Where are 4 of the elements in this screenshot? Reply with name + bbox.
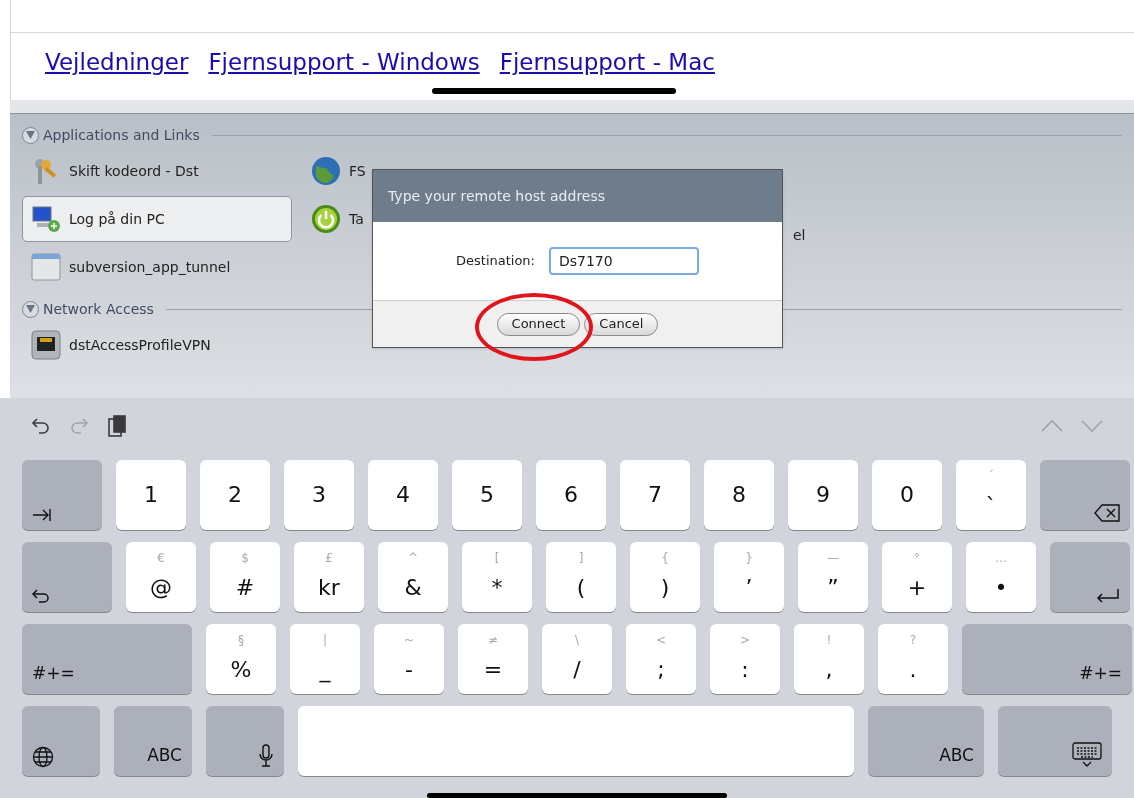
section-title: Applications and Links [43,125,200,145]
field-label: Destination: [456,252,535,271]
dialog-title: Type your remote host address [373,170,782,222]
section-title: Network Access [43,299,154,319]
